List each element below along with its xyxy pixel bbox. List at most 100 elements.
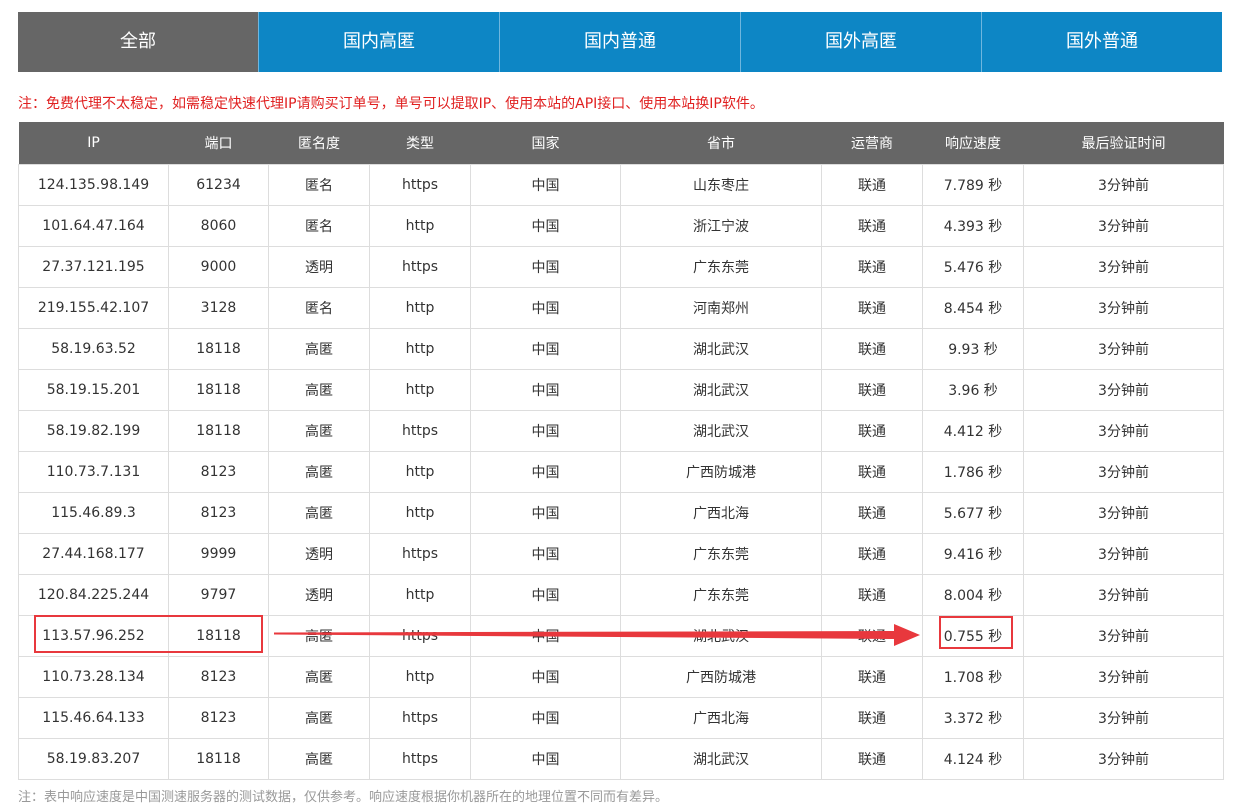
cell-isp: 联通 (821, 656, 923, 698)
cell-anonymity: 匿名 (268, 164, 370, 206)
cell-isp: 联通 (821, 164, 923, 206)
cell-region: 湖北武汉 (620, 369, 822, 411)
cell-region: 广东东莞 (620, 246, 822, 288)
cell-anonymity: 匿名 (268, 205, 370, 247)
tab-foreign-normal[interactable]: 国外普通 (981, 12, 1222, 72)
cell-country: 中国 (470, 410, 621, 452)
cell-isp: 联通 (821, 246, 923, 288)
table-row: 58.19.15.201 18118 高匿 http 中国 湖北武汉 联通 3.96 秒 3分钟… (18, 369, 1224, 411)
cell-isp: 联通 (821, 492, 923, 534)
cell-port: 18118 (168, 369, 269, 411)
table-row: 113.57.96.252 18118 高匿 https 中国 湖北武汉 联通 0.755 秒… (18, 615, 1224, 657)
cell-ip: 120.84.225.244 (18, 574, 169, 616)
cell-region: 浙江宁波 (620, 205, 822, 247)
cell-anonymity: 匿名 (268, 287, 370, 329)
cell-ip: 101.64.47.164 (18, 205, 169, 247)
cell-isp: 联通 (821, 369, 923, 411)
cell-region: 广西北海 (620, 492, 822, 534)
cell-region: 湖北武汉 (620, 738, 822, 780)
cell-anonymity: 高匿 (268, 369, 370, 411)
table-row: 110.73.28.134 8123 高匿 http 中国 广西防城港 联通 1.708 秒3… (18, 656, 1224, 698)
cell-anonymity: 高匿 (268, 451, 370, 493)
cell-country: 中国 (470, 369, 621, 411)
cell-port: 9797 (168, 574, 269, 616)
cell-anonymity: 透明 (268, 574, 370, 616)
cell-anonymity: 高匿 (268, 410, 370, 452)
cell-last-verified: 3分钟前 (1023, 738, 1224, 780)
cell-anonymity: 高匿 (268, 328, 370, 370)
tab-domestic-high-anon[interactable]: 国内高匿 (258, 12, 499, 72)
table-row: 27.44.168.177 9999 透明 https 中国 广东东莞 联通 9.416 秒3… (18, 533, 1224, 575)
cell-type: https (369, 697, 471, 739)
cell-region: 湖北武汉 (620, 328, 822, 370)
cell-region: 广西防城港 (620, 451, 822, 493)
cell-region: 山东枣庄 (620, 164, 822, 206)
cell-port: 18118 (168, 410, 269, 452)
cell-speed: 4.393 秒 (922, 205, 1024, 247)
table-row: 219.155.42.107 3128 匿名 http 中国 河南郑州 联通 8.454 秒3… (18, 287, 1224, 329)
cell-speed: 3.96 秒 (922, 369, 1024, 411)
cell-ip: 115.46.89.3 (18, 492, 169, 534)
cell-last-verified: 3分钟前 (1023, 246, 1224, 288)
cell-type: http (369, 492, 471, 534)
cell-ip: 113.57.96.252 (18, 615, 169, 657)
cell-ip: 219.155.42.107 (18, 287, 169, 329)
cell-isp: 联通 (821, 328, 923, 370)
tab-all[interactable]: 全部 (18, 12, 258, 72)
cell-country: 中国 (470, 451, 621, 493)
category-tabs: 全部 国内高匿 国内普通 国外高匿 国外普通 (18, 12, 1222, 72)
cell-ip: 58.19.63.52 (18, 328, 169, 370)
column-header-port: 端口 (168, 122, 269, 165)
cell-last-verified: 3分钟前 (1023, 369, 1224, 411)
cell-speed: 9.93 秒 (922, 328, 1024, 370)
cell-port: 9000 (168, 246, 269, 288)
cell-speed: 8.454 秒 (922, 287, 1024, 329)
cell-last-verified: 3分钟前 (1023, 574, 1224, 616)
cell-country: 中国 (470, 205, 621, 247)
cell-isp: 联通 (821, 533, 923, 575)
table-row: 101.64.47.164 8060 匿名 http 中国 浙江宁波 联通 4.393 秒 3分… (18, 205, 1224, 247)
tab-foreign-high-anon[interactable]: 国外高匿 (740, 12, 981, 72)
table-row: 58.19.63.52 18118 高匿 http 中国 湖北武汉 联通 9.93 秒 3分钟前 (18, 328, 1224, 370)
cell-speed: 9.416 秒 (922, 533, 1024, 575)
cell-ip: 58.19.15.201 (18, 369, 169, 411)
cell-port: 18118 (168, 738, 269, 780)
table-header-row: IP 端口 匿名度 类型 国家 省市 运营商 响应速度 最后验证时间 (18, 122, 1224, 165)
cell-region: 广东东莞 (620, 533, 822, 575)
cell-country: 中国 (470, 164, 621, 206)
tab-domestic-normal[interactable]: 国内普通 (499, 12, 740, 72)
column-header-speed: 响应速度 (922, 122, 1024, 165)
cell-type: https (369, 410, 471, 452)
cell-ip: 110.73.28.134 (18, 656, 169, 698)
cell-speed: 4.124 秒 (922, 738, 1024, 780)
notice-text: 注：免费代理不太稳定，如需稳定快速代理IP请购买订单号，单号可以提取IP、使用本… (18, 96, 764, 112)
proxy-table: IP 端口 匿名度 类型 国家 省市 运营商 响应速度 最后验证时间 124.1… (18, 122, 1224, 780)
cell-last-verified: 3分钟前 (1023, 656, 1224, 698)
cell-anonymity: 高匿 (268, 656, 370, 698)
cell-type: https (369, 164, 471, 206)
cell-port: 8060 (168, 205, 269, 247)
cell-speed: 7.789 秒 (922, 164, 1024, 206)
cell-port: 8123 (168, 451, 269, 493)
cell-isp: 联通 (821, 205, 923, 247)
cell-speed: 3.372 秒 (922, 697, 1024, 739)
column-header-anonymity: 匿名度 (268, 122, 370, 165)
cell-anonymity: 高匿 (268, 738, 370, 780)
cell-isp: 联通 (821, 574, 923, 616)
cell-country: 中国 (470, 328, 621, 370)
cell-type: https (369, 738, 471, 780)
cell-ip: 58.19.83.207 (18, 738, 169, 780)
cell-isp: 联通 (821, 738, 923, 780)
cell-country: 中国 (470, 738, 621, 780)
cell-port: 3128 (168, 287, 269, 329)
cell-country: 中国 (470, 697, 621, 739)
cell-speed: 1.786 秒 (922, 451, 1024, 493)
cell-anonymity: 透明 (268, 533, 370, 575)
cell-type: http (369, 574, 471, 616)
cell-type: http (369, 328, 471, 370)
cell-ip: 110.73.7.131 (18, 451, 169, 493)
footnote-text: 注：表中响应速度是中国测速服务器的测试数据，仅供参考。响应速度根据你机器所在的地… (18, 790, 669, 805)
cell-last-verified: 3分钟前 (1023, 615, 1224, 657)
cell-region: 广东东莞 (620, 574, 822, 616)
cell-port: 9999 (168, 533, 269, 575)
